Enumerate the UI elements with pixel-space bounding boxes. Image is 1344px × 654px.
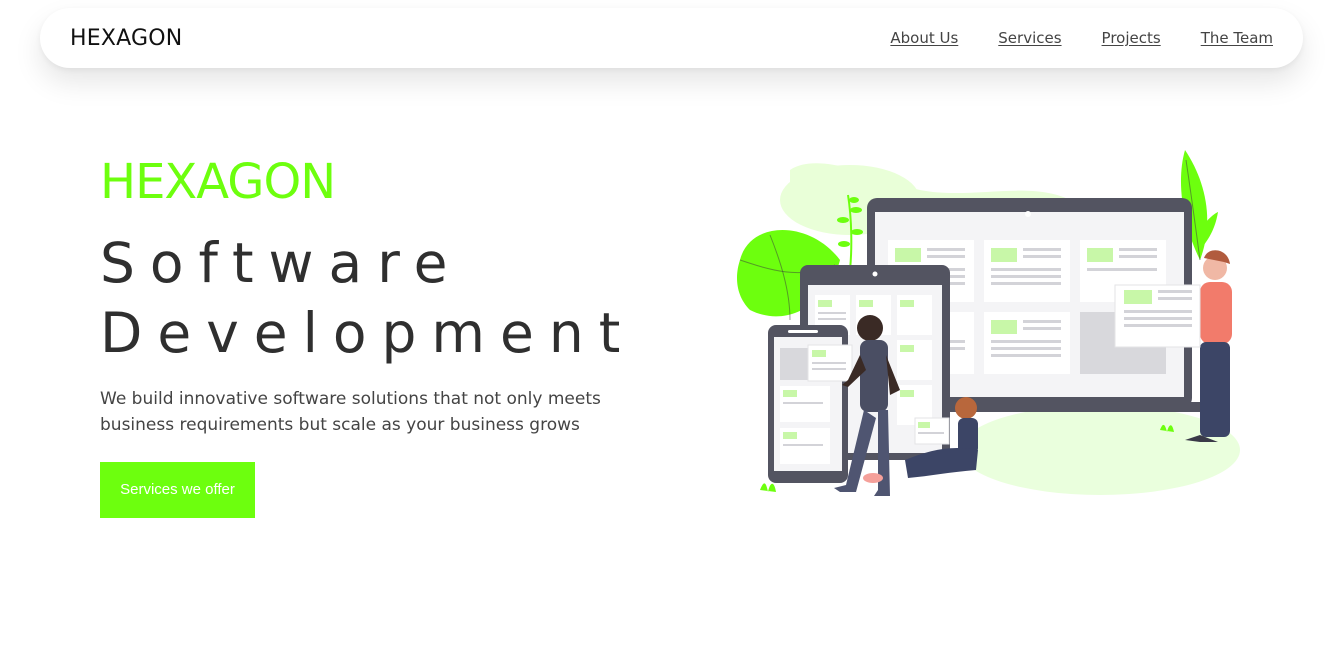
nav-link-projects[interactable]: Projects bbox=[1102, 29, 1161, 47]
people-with-devices-illustration bbox=[737, 150, 1240, 496]
top-navbar: HEXAGON About Us Services Projects The T… bbox=[40, 8, 1303, 68]
hero-brand-heading: HEXAGON bbox=[100, 154, 336, 210]
hero-description: We build innovative software solutions t… bbox=[100, 389, 601, 435]
navbar-brand-logo[interactable]: HEXAGON bbox=[70, 26, 182, 51]
hero-section: HEXAGON Software Development We build in… bbox=[100, 150, 660, 518]
hero-title: Software Development bbox=[100, 228, 660, 368]
services-cta-button[interactable]: Services we offer bbox=[100, 462, 255, 518]
nav-link-about-us[interactable]: About Us bbox=[890, 29, 958, 47]
nav-link-the-team[interactable]: The Team bbox=[1201, 29, 1273, 47]
hero-title-line-1: Software bbox=[100, 231, 463, 295]
nav-links: About Us Services Projects The Team bbox=[890, 29, 1273, 47]
nav-link-services[interactable]: Services bbox=[998, 29, 1061, 47]
hero-title-line-2: Development bbox=[100, 301, 636, 365]
